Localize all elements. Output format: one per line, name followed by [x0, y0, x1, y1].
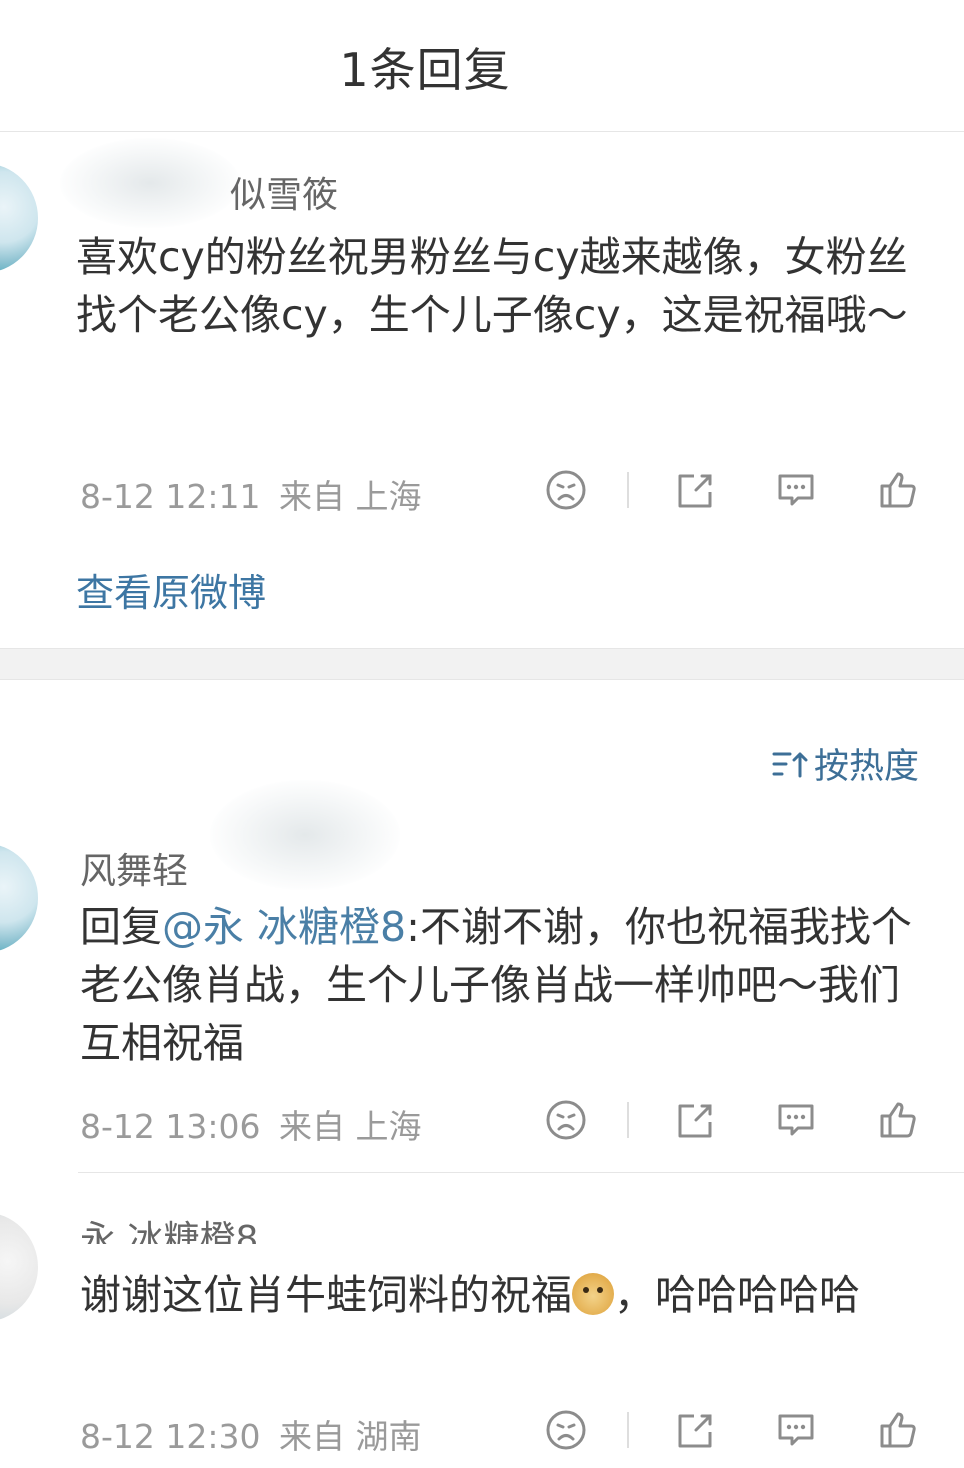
dislike-icon[interactable] [544, 468, 588, 512]
root-comment-meta: 8-12 12:11 来自 上海 [80, 470, 422, 518]
comment-time: 8-12 13:06 [80, 1107, 261, 1146]
blurred-name-area [60, 138, 240, 228]
like-icon[interactable] [876, 1098, 920, 1142]
avatar[interactable] [0, 843, 38, 953]
mention-link[interactable]: @永 冰糖橙8 [162, 903, 406, 951]
root-nickname[interactable]: 似雪筱 [230, 166, 338, 218]
action-separator [627, 472, 629, 508]
reply-nickname[interactable]: 永 冰糖橙8 [80, 1210, 258, 1244]
like-icon[interactable] [876, 468, 920, 512]
reply-divider [78, 1172, 964, 1173]
share-icon[interactable] [672, 1098, 716, 1142]
comment-location: 来自 上海 [279, 477, 422, 516]
reply-content: 谢谢这位肖牛蛙饲料的祝福 ，哈哈哈哈哈 [80, 1266, 936, 1324]
section-divider [0, 648, 964, 680]
view-original-weibo-link[interactable]: 查看原微博 [76, 562, 266, 617]
avatar[interactable] [0, 1212, 38, 1322]
sort-by-heat-button[interactable]: 按热度 [770, 738, 919, 789]
root-comment-content: 喜欢cy的粉丝祝男粉丝与cy越来越像，女粉丝找个老公像cy，生个儿子像cy，这是… [76, 233, 908, 339]
share-icon[interactable] [672, 468, 716, 512]
header-divider [0, 131, 964, 132]
reply-prefix: 回复 [80, 903, 162, 951]
reply-nickname[interactable]: 风舞轻 [80, 842, 188, 894]
comment-icon[interactable] [774, 468, 818, 512]
blurred-name-area [210, 780, 400, 890]
reply-meta: 8-12 13:06 来自 上海 [80, 1100, 422, 1148]
dislike-icon[interactable] [544, 1408, 588, 1452]
action-separator [627, 1412, 629, 1448]
doge-emoji [572, 1273, 614, 1315]
comment-icon[interactable] [774, 1098, 818, 1142]
avatar[interactable] [0, 163, 38, 273]
reply-content: 回复@永 冰糖橙8:不谢不谢，你也祝福我找个老公像肖战，生个儿子像肖战一样帅吧～… [80, 898, 936, 1072]
share-icon[interactable] [672, 1408, 716, 1452]
reply-text-after: ，哈哈哈哈哈 [614, 1271, 860, 1319]
like-icon[interactable] [876, 1408, 920, 1452]
dislike-icon[interactable] [544, 1098, 588, 1142]
comment-location: 来自 上海 [279, 1107, 422, 1146]
comment-time: 8-12 12:11 [80, 477, 261, 516]
reply-meta: 8-12 12:30 来自 湖南 [80, 1410, 422, 1458]
reply-text: 谢谢这位肖牛蛙饲料的祝福 [80, 1271, 572, 1319]
sort-icon [770, 744, 810, 784]
comment-time: 8-12 12:30 [80, 1417, 261, 1456]
sort-label: 按热度 [814, 747, 920, 787]
comment-location: 来自 湖南 [279, 1417, 422, 1456]
page-title: 1条回复 [339, 43, 511, 97]
action-separator [627, 1102, 629, 1138]
comment-icon[interactable] [774, 1408, 818, 1452]
